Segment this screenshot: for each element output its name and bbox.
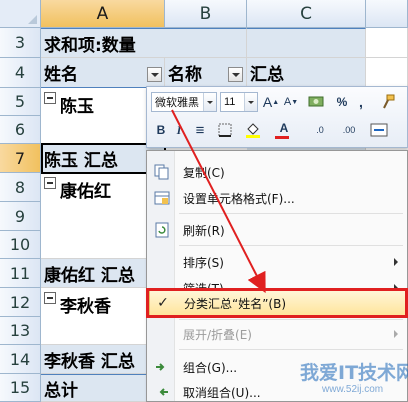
watermark-text: 我爱IT技术网 <box>300 362 408 384</box>
watermark-url: www.52ij.com <box>322 384 384 395</box>
annotation-arrow-icon <box>171 109 266 294</box>
watermark: 我爱IT技术网 www.52ij.com <box>300 358 408 400</box>
